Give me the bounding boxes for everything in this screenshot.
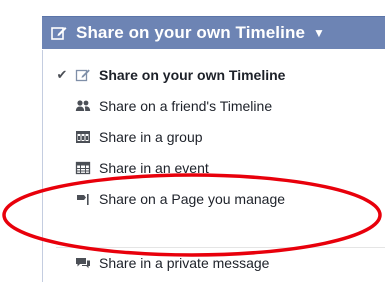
checkmark-icon: ✔ — [56, 67, 68, 82]
menu-item-own-timeline[interactable]: ✔ Share on your own Timeline — [43, 61, 363, 89]
menu-item-private-message[interactable]: Share in a private message — [43, 249, 363, 277]
share-target-menu: ✔ Share on your own Timeline Share on a … — [42, 50, 385, 282]
group-icon — [75, 129, 91, 145]
menu-item-label: Share on your own Timeline — [99, 67, 286, 83]
calendar-icon — [75, 160, 91, 176]
dropdown-label: Share on your own Timeline — [76, 23, 305, 42]
compose-icon — [75, 67, 91, 83]
menu-item-group[interactable]: Share in a group — [43, 123, 363, 151]
menu-item-label: Share on a Page you manage — [99, 191, 286, 207]
compose-icon — [50, 24, 68, 42]
menu-item-label: Share in a private message — [99, 255, 270, 271]
menu-item-label: Share in a group — [99, 129, 203, 145]
menu-item-friend-timeline[interactable]: Share on a friend's Timeline — [43, 92, 363, 120]
share-dialog-area: Share on your own Timeline ▼ ✔ Share on … — [0, 0, 385, 282]
message-icon — [75, 255, 91, 271]
caret-down-icon: ▼ — [313, 26, 325, 40]
menu-separator — [56, 247, 385, 248]
menu-item-event[interactable]: Share in an event — [43, 154, 363, 182]
friends-icon — [75, 98, 91, 114]
flag-icon — [75, 191, 91, 207]
share-target-dropdown[interactable]: Share on your own Timeline ▼ — [42, 16, 385, 49]
menu-item-page[interactable]: Share on a Page you manage — [43, 185, 363, 213]
menu-item-label: Share in an event — [99, 160, 209, 176]
menu-item-label: Share on a friend's Timeline — [99, 98, 273, 114]
